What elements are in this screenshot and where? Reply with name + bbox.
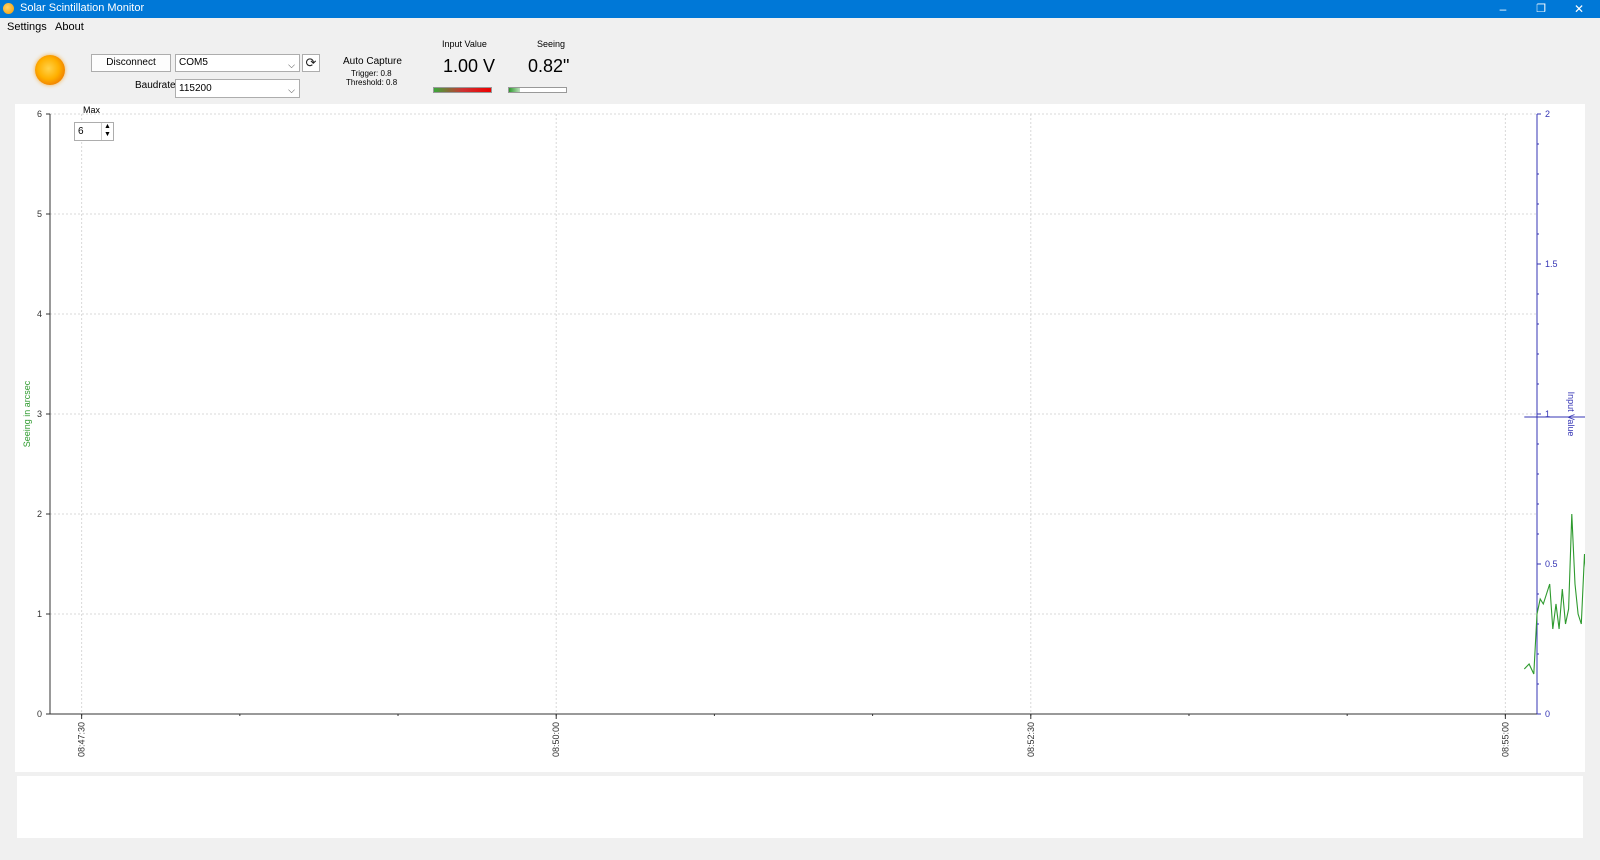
app-sun-icon <box>3 3 14 14</box>
window-title: Solar Scintillation Monitor <box>20 2 145 14</box>
seeing-level-fill <box>509 88 521 92</box>
x-tick-label: 08:52:30 <box>1026 722 1036 757</box>
input-level-bar <box>433 87 492 93</box>
baudrate-value: 115200 <box>179 83 212 94</box>
spin-arrows[interactable]: ▲ ▼ <box>101 123 113 140</box>
y-left-tick-label: 6 <box>37 109 42 119</box>
max-spinbox[interactable]: 6 ▲ ▼ <box>74 122 114 141</box>
y-left-tick-label: 5 <box>37 209 42 219</box>
x-tick-label: 08:55:00 <box>1500 722 1510 757</box>
menu-about[interactable]: About <box>55 21 84 33</box>
spin-up-icon[interactable]: ▲ <box>102 123 113 131</box>
chevron-down-icon: ⌵ <box>288 60 295 70</box>
baudrate-select[interactable]: 115200 ⌵ <box>175 79 300 98</box>
seeing-label: Seeing <box>537 39 566 49</box>
auto-capture-title: Auto Capture <box>343 56 402 67</box>
menu-bar: Settings About <box>0 19 1600 37</box>
baudrate-label: Baudrate <box>135 80 176 91</box>
y-right-tick-label: 2 <box>1545 109 1550 119</box>
disconnect-button[interactable]: Disconnect <box>91 54 171 72</box>
y-left-tick-label: 3 <box>37 409 42 419</box>
y-left-tick-label: 2 <box>37 509 42 519</box>
sun-status-icon <box>35 55 65 85</box>
y-left-tick-label: 0 <box>37 709 42 719</box>
max-label: Max <box>83 105 101 115</box>
menu-settings[interactable]: Settings <box>7 21 47 33</box>
y-left-tick-label: 1 <box>37 609 42 619</box>
auto-capture-threshold: Threshold: 0.8 <box>346 78 398 87</box>
seeing-series-line <box>1523 513 1600 675</box>
input-level-fill <box>434 88 491 92</box>
seeing-level-bar <box>508 87 567 93</box>
y-right-tick-label: 1.5 <box>1545 259 1558 269</box>
x-tick-label: 08:50:00 <box>551 722 561 757</box>
seeing-readout: 0.82" <box>528 56 570 76</box>
maximize-button[interactable]: ❐ <box>1523 0 1559 18</box>
max-value: 6 <box>78 126 84 137</box>
chevron-down-icon: ⌵ <box>288 85 295 95</box>
y-right-tick-label: 0 <box>1545 709 1550 719</box>
y-left-tick-label: 4 <box>37 309 42 319</box>
port-select[interactable]: COM5 ⌵ <box>175 54 300 72</box>
log-panel <box>17 776 1583 838</box>
y-right-axis-label: Input Value <box>1566 392 1576 437</box>
input-value-readout: 1.00 V <box>443 56 496 76</box>
seeing-chart: 012345600.511.5208:47:30 08:50:00 08:52:30… <box>22 109 1600 757</box>
title-bar: Solar Scintillation Monitor – ❐ ✕ <box>0 0 1600 18</box>
chart-panel: 0 1 2 3 4 5 6 0 0.5 1 1.5 2 08:47:30 08:50:00 08:52:30… <box>15 104 1600 772</box>
close-button[interactable]: ✕ <box>1561 0 1597 18</box>
y-left-axis-label: Seeing in arcsec <box>22 380 32 447</box>
input-value-label: Input Value <box>442 39 487 49</box>
y-right-tick-label: 0.5 <box>1545 559 1558 569</box>
auto-capture-trigger: Trigger: 0.8 <box>351 69 392 78</box>
port-value: COM5 <box>179 57 208 68</box>
refresh-ports-icon[interactable]: ⟳ <box>302 54 320 72</box>
x-tick-label: 08:47:30 <box>77 722 87 757</box>
minimize-button[interactable]: – <box>1485 0 1521 18</box>
spin-down-icon[interactable]: ▼ <box>102 131 113 139</box>
